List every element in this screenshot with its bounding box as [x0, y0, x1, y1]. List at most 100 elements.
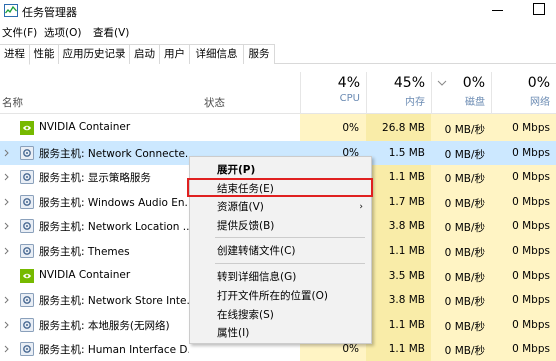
process-network-value: 0 Mbps	[512, 122, 550, 134]
tab-users[interactable]: 用户	[159, 44, 190, 64]
gear-icon	[20, 219, 34, 234]
menu-item-create-dump-file[interactable]: 创建转储文件(C)	[190, 241, 371, 261]
menu-item-search-online[interactable]: 在线搜索(S)	[190, 305, 371, 325]
menu-separator	[215, 263, 365, 264]
column-disk[interactable]: 0% 磁盘	[431, 72, 491, 114]
cpu-total: 4%	[337, 75, 360, 91]
expand-chevron-icon[interactable]	[4, 198, 9, 206]
process-name: 服务主机: Network Store Inte...	[39, 295, 189, 308]
expand-chevron-icon[interactable]	[4, 296, 9, 304]
menu-bar: 文件(F) 选项(O) 查看(V)	[0, 22, 556, 42]
process-memory-value: 1.1 MB	[388, 245, 425, 257]
process-name: NVIDIA Container	[39, 121, 131, 133]
process-name: 服务主机: Network Location ...	[39, 221, 189, 234]
process-network-value: 0 Mbps	[512, 220, 550, 233]
process-name: 服务主机: Windows Audio En...	[39, 196, 189, 209]
process-name: 服务主机: Themes	[39, 246, 130, 258]
process-memory-value: 1.7 MB	[388, 195, 425, 208]
process-network-value: 0 Mbps	[512, 294, 550, 307]
process-disk-value: 0 MB/秒	[444, 320, 485, 333]
expand-chevron-icon[interactable]	[4, 247, 9, 255]
disk-total: 0%	[462, 75, 485, 91]
process-name: NVIDIA Container	[39, 268, 131, 281]
expand-chevron-icon[interactable]	[4, 173, 9, 181]
process-network-value: 0 Mbps	[512, 146, 550, 159]
process-network-value: 0 Mbps	[512, 171, 550, 184]
gear-icon	[20, 194, 34, 209]
process-memory-value: 1.5 MB	[388, 146, 425, 159]
column-name[interactable]: 名称	[2, 95, 23, 110]
expand-chevron-icon[interactable]	[4, 149, 9, 157]
process-memory-value: 3.5 MB	[388, 269, 425, 282]
task-manager-icon	[4, 4, 18, 17]
process-cpu-value: 0%	[342, 343, 359, 356]
column-network[interactable]: 0% 网络	[491, 72, 556, 114]
process-network-value: 0 Mbps	[512, 195, 550, 208]
memory-total: 45%	[393, 75, 425, 91]
process-name: 服务主机: 显示策略服务	[39, 172, 151, 185]
process-memory-value: 3.8 MB	[388, 294, 425, 307]
process-name: 服务主机: Human Interface D...	[39, 344, 189, 357]
highlight-box	[187, 178, 373, 197]
process-network-value: 0 Mbps	[512, 343, 550, 356]
expand-chevron-icon[interactable]	[4, 345, 9, 353]
tab-details[interactable]: 详细信息	[189, 44, 244, 64]
nvidia-icon	[20, 121, 34, 135]
menu-item-label: 展开(P)	[217, 164, 256, 176]
menu-options[interactable]: 选项(O)	[44, 25, 81, 40]
process-name: 服务主机: 本地服务(无网络)	[39, 319, 170, 332]
window-title: 任务管理器	[22, 6, 77, 19]
process-memory-value: 1.1 MB	[388, 318, 425, 331]
minimize-button[interactable]	[492, 10, 503, 11]
menu-separator	[215, 237, 365, 238]
process-disk-value: 0 MB/秒	[444, 124, 485, 136]
network-total: 0%	[527, 75, 550, 91]
process-memory-value: 26.8 MB	[382, 122, 425, 134]
gear-icon	[20, 145, 34, 160]
process-disk-value: 0 MB/秒	[444, 296, 485, 309]
process-network-value: 0 Mbps	[512, 269, 550, 282]
tab-processes[interactable]: 进程	[0, 44, 30, 65]
gear-icon	[20, 317, 34, 332]
cpu-label: CPU	[339, 93, 360, 104]
gear-icon	[20, 170, 34, 185]
column-memory[interactable]: 45% 内存	[366, 72, 431, 114]
tab-performance[interactable]: 性能	[29, 44, 59, 64]
process-cpu-value: 0%	[342, 122, 359, 134]
process-memory-value: 1.1 MB	[388, 171, 425, 184]
menu-view[interactable]: 查看(V)	[93, 25, 129, 40]
table-row[interactable]: NVIDIA Container 0% 26.8 MB 0 MB/秒 0 Mbps	[0, 116, 556, 140]
memory-label: 内存	[405, 97, 425, 108]
gear-icon	[20, 342, 34, 357]
menu-item-label: 提供反馈(B)	[217, 220, 275, 232]
process-disk-value: 0 MB/秒	[444, 345, 485, 358]
column-header-row: 名称 状态 4% CPU 45% 内存 0% 磁盘 0% 网络	[0, 72, 556, 114]
process-disk-value: 0 MB/秒	[444, 148, 485, 161]
menu-item-label: 属性(I)	[217, 327, 250, 339]
column-status[interactable]: 状态	[204, 95, 225, 110]
menu-item-properties[interactable]: 属性(I)	[190, 323, 371, 343]
process-disk-value: 0 MB/秒	[444, 247, 485, 259]
menu-item-label: 打开文件所在的位置(O)	[217, 290, 328, 302]
menu-file[interactable]: 文件(F)	[2, 25, 37, 40]
menu-item-resource-values[interactable]: 资源值(V) ›	[190, 197, 371, 217]
menu-item-provide-feedback[interactable]: 提供反馈(B)	[190, 216, 371, 236]
tab-app-history[interactable]: 应用历史记录	[58, 44, 130, 64]
tab-startup[interactable]: 启动	[129, 44, 160, 64]
column-cpu[interactable]: 4% CPU	[300, 72, 366, 114]
expand-chevron-icon[interactable]	[4, 321, 9, 329]
process-memory-value: 1.1 MB	[388, 343, 425, 356]
maximize-button[interactable]	[533, 3, 545, 15]
title-bar: 任务管理器	[0, 0, 556, 22]
tab-services[interactable]: 服务	[243, 44, 275, 64]
menu-item-open-file-location[interactable]: 打开文件所在的位置(O)	[190, 286, 371, 306]
nvidia-icon	[20, 268, 34, 283]
menu-item-go-to-details[interactable]: 转到详细信息(G)	[190, 267, 371, 287]
disk-label: 磁盘	[465, 97, 485, 108]
process-disk-value: 0 MB/秒	[444, 222, 485, 235]
process-memory-value: 3.8 MB	[388, 220, 425, 233]
menu-item-expand[interactable]: 展开(P)	[190, 160, 371, 180]
submenu-arrow-icon: ›	[359, 202, 363, 212]
process-network-value: 0 Mbps	[512, 318, 550, 331]
expand-chevron-icon[interactable]	[4, 222, 9, 230]
